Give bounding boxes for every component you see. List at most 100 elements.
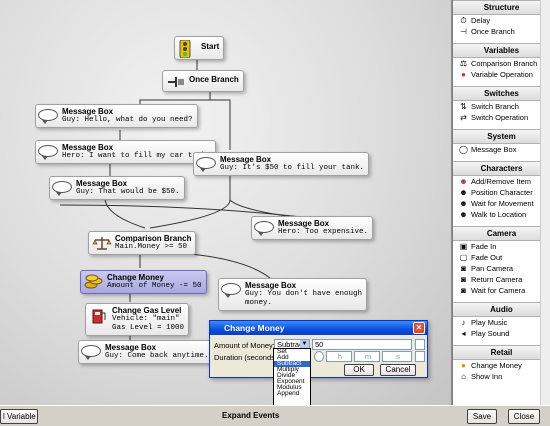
person-icon: ☻ <box>459 188 468 197</box>
variable-picker-button[interactable] <box>415 339 425 350</box>
node-title: Once Branch <box>189 75 239 84</box>
node-title: Message Box <box>220 155 272 164</box>
palette-item-play-sound[interactable]: ◂ Play Sound <box>453 328 550 339</box>
palette-item-position-character[interactable]: ☻ Position Character <box>453 187 550 198</box>
message-box-node[interactable]: Message Box Guy: It's $50 to fill your t… <box>193 152 370 176</box>
speech-bubble-icon <box>221 283 241 298</box>
scale-icon <box>92 235 112 251</box>
palette-item-comparison-branch[interactable]: ⚖ Comparison Branch <box>453 58 550 69</box>
palette-item-switch-operation[interactable]: ⇄ Switch Operation <box>453 112 550 123</box>
node-text: Guy: That would be $50. <box>76 188 180 196</box>
ok-button[interactable]: OK <box>344 364 374 376</box>
change-money-node[interactable]: Change Money Amount of Money -= 50 <box>80 270 207 294</box>
close-button[interactable]: Close <box>508 409 540 424</box>
minutes-input[interactable]: m <box>354 351 380 362</box>
section-header-audio: Audio <box>453 302 550 317</box>
node-text: Guy: Come back anytime. <box>105 352 209 360</box>
section-header-system: System <box>453 129 550 144</box>
music-icon: ♪ <box>461 318 466 327</box>
cancel-button[interactable]: Cancel <box>380 364 416 376</box>
palette-item-variable-operation[interactable]: ● Variable Operation <box>453 69 550 80</box>
camera-icon: ◙ <box>461 286 466 295</box>
comparison-branch-node[interactable]: Comparison Branch Main.Money >= 50 <box>88 231 197 255</box>
amount-input[interactable]: 50 <box>312 339 412 350</box>
message-box-node[interactable]: Message Box Guy: You don't have enough m… <box>218 278 368 311</box>
expand-events-link[interactable]: Expand Events <box>222 411 279 420</box>
message-box-node[interactable]: Message Box Hero: I want to fill my car … <box>35 140 216 164</box>
save-button[interactable]: Save <box>467 409 497 424</box>
palette-item-play-music[interactable]: ♪ Play Music <box>453 317 550 328</box>
duration-label: Duration (seconds): <box>214 353 280 362</box>
node-text: Vehicle: "main" <box>112 315 180 323</box>
inn-icon: ⌂ <box>461 372 466 381</box>
palette-item-walk-to-location[interactable]: ☻ Walk to Location <box>453 209 550 220</box>
option-append[interactable]: Append <box>274 390 310 397</box>
traffic-light-icon <box>178 39 198 59</box>
palette-scrollbar[interactable] <box>540 0 550 405</box>
node-text: Gas Level = 1000 <box>112 324 185 332</box>
camera-icon: ◙ <box>461 264 466 273</box>
palette-item-add-remove-item[interactable]: ☻ Add/Remove Item <box>453 176 550 187</box>
node-text: Hero: Too expensive. <box>278 228 369 236</box>
fade-icon: ▢ <box>459 253 468 262</box>
palette-item-return-camera[interactable]: ◙ Return Camera <box>453 274 550 285</box>
coins-icon: ● <box>461 361 466 370</box>
section-header-structure: Structure <box>453 0 550 15</box>
duration-radio[interactable] <box>314 351 324 362</box>
palette-item-pan-camera[interactable]: ◙ Pan Camera <box>453 263 550 274</box>
palette-item-wait-for-movement[interactable]: ☻ Wait for Movement <box>453 198 550 209</box>
palette-item-switch-branch[interactable]: ⇅ Switch Branch <box>453 101 550 112</box>
amount-label: Amount of Money: <box>214 341 275 350</box>
start-node[interactable]: Start <box>174 36 225 60</box>
palette-item-fade-in[interactable]: ▣ Fade In <box>453 241 550 252</box>
bottom-bar: l Variable Expand Events Save Close <box>0 405 550 426</box>
dialog-titlebar[interactable]: Change Money ✕ <box>210 321 427 335</box>
message-box-node[interactable]: Message Box Guy: Hello, what do you need… <box>35 104 198 128</box>
speech-bubble-icon <box>38 109 58 124</box>
speech-bubble-icon <box>254 221 274 236</box>
person-icon: ☻ <box>459 177 468 186</box>
section-header-retail: Retail <box>453 345 550 360</box>
switch-icon: ⇅ <box>460 102 467 111</box>
speech-bubble-icon <box>81 345 101 360</box>
change-gas-node[interactable]: Change Gas Level Vehicle: "main" Gas Lev… <box>85 303 190 336</box>
palette-item-once-branch[interactable]: ⊣ Once Branch <box>453 26 550 37</box>
node-title: Message Box <box>62 107 114 116</box>
speech-bubble-icon <box>196 157 216 172</box>
palette-item-message-box[interactable]: ◯ Message Box <box>453 144 550 155</box>
node-text: Main.Money >= 50 <box>115 243 188 251</box>
node-title: Change Money <box>107 273 164 282</box>
palette-item-wait-for-camera[interactable]: ◙ Wait for Camera <box>453 285 550 296</box>
change-money-dialog[interactable]: Change Money ✕ Amount of Money: Subtract… <box>209 320 428 378</box>
speech-bubble-icon <box>38 145 58 160</box>
switch-icon: ⇄ <box>460 113 467 122</box>
hours-input[interactable]: h <box>326 351 352 362</box>
message-box-node[interactable]: Message Box Guy: That would be $50. <box>49 176 185 200</box>
node-title: Message Box <box>62 143 114 152</box>
palette-item-show-inn[interactable]: ⌂ Show Inn <box>453 371 550 382</box>
operation-dropdown-list[interactable]: Set Add Subtract Multiply Divide Exponen… <box>273 348 311 410</box>
close-icon[interactable]: ✕ <box>413 322 425 334</box>
node-title: Message Box <box>105 343 157 352</box>
message-box-node[interactable]: Message Box Guy: Come back anytime. <box>78 340 214 364</box>
palette-item-delay[interactable]: ⏱ Delay <box>453 15 550 26</box>
node-text: Amount of Money -= 50 <box>107 282 202 290</box>
palette-item-change-money[interactable]: ● Change Money <box>453 360 550 371</box>
clock-icon: ⏱ <box>460 16 467 25</box>
seconds-input[interactable]: s <box>382 351 412 362</box>
event-palette[interactable]: Structure ⏱ Delay ⊣ Once Branch Variables … <box>452 0 550 405</box>
fade-icon: ▣ <box>459 242 468 251</box>
variable-icon: ● <box>461 70 466 79</box>
once-branch-node[interactable]: Once Branch <box>162 70 244 92</box>
node-title: Message Box <box>278 219 330 228</box>
speech-bubble-icon <box>52 181 72 196</box>
node-text: Guy: You don't have enough <box>245 290 363 298</box>
speech-bubble-icon: ◯ <box>459 145 468 154</box>
scale-icon: ⚖ <box>459 59 468 68</box>
palette-item-fade-out[interactable]: ▢ Fade Out <box>453 252 550 263</box>
section-header-camera: Camera <box>453 226 550 241</box>
node-title: Message Box <box>245 281 297 290</box>
message-box-node[interactable]: Message Box Hero: Too expensive. <box>251 216 374 240</box>
variable-button[interactable]: l Variable <box>0 409 38 424</box>
duration-picker-button[interactable] <box>415 351 425 362</box>
